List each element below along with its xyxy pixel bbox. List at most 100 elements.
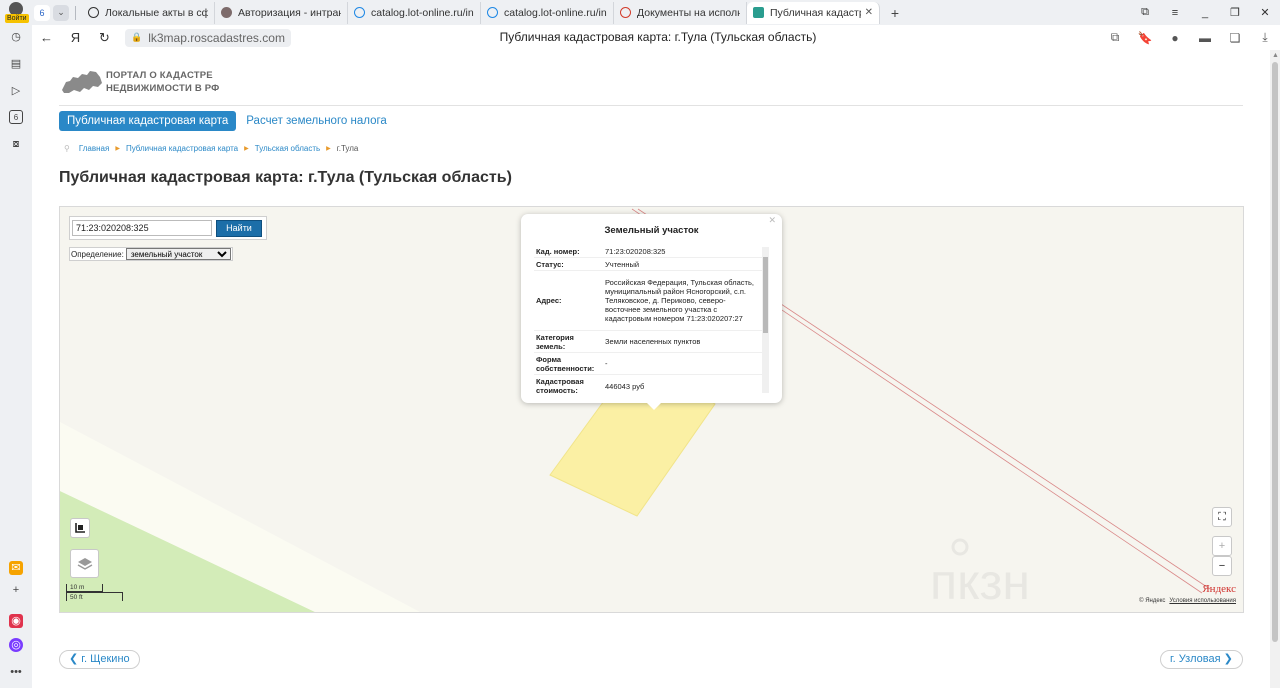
translate-icon[interactable]: ⧉ (1100, 30, 1130, 45)
chevron-right-icon: ❯ (1223, 653, 1233, 665)
fullscreen-icon[interactable]: ⛶ (1212, 507, 1232, 527)
messenger-icon[interactable]: ◉ (9, 614, 23, 628)
definition-select[interactable]: земельный участок (125, 248, 231, 260)
globe-icon (88, 7, 99, 18)
browser-tab[interactable]: Документы на исполнен (614, 1, 747, 24)
login-badge: Войти (5, 14, 29, 23)
bookmark-icon[interactable]: 🔖 (1130, 31, 1160, 45)
tab-title: Публичная кадастров (770, 6, 861, 19)
property-key: Форма собственности: (536, 354, 595, 373)
tab-count-badge[interactable]: 6 (34, 4, 50, 21)
notes-icon[interactable]: ▤ (9, 57, 23, 71)
profile-button[interactable]: Войти (0, 0, 32, 25)
reload-icon[interactable]: ↻ (90, 30, 119, 46)
browser-tab[interactable]: catalog.lot-online.ru/inde (348, 1, 481, 24)
prev-city-button[interactable]: ❮ г. Щекино (59, 650, 140, 669)
breadcrumb-link[interactable]: Главная (79, 144, 109, 153)
scroll-up-icon[interactable]: ▲ (1272, 52, 1279, 59)
browser-tab[interactable]: catalog.lot-online.ru/inde (481, 1, 614, 24)
chevron-down-icon[interactable]: ⌄ (53, 4, 69, 21)
map-watermark: пкзн (930, 554, 1030, 610)
screenshot-icon[interactable]: ⧇ (9, 137, 23, 151)
yandex-icon[interactable]: Я (61, 30, 90, 45)
cadastral-number-input[interactable] (72, 220, 212, 236)
terms-link[interactable]: Условия использования (1169, 598, 1236, 604)
chevron-left-icon: ❮ (69, 653, 79, 665)
minimize-icon[interactable]: _ (1190, 7, 1220, 19)
scale-imperial: 50 ft (66, 592, 123, 601)
close-window-icon[interactable]: ✕ (1250, 6, 1280, 19)
download-icon[interactable]: ⤓ (1250, 30, 1280, 45)
browser-tab-active[interactable]: Публичная кадастров ✕ (747, 1, 880, 24)
site-logo[interactable]: ПОРТАЛ О КАДАСТРЕ НЕДВИЖИМОСТИ В РФ (60, 68, 220, 96)
breadcrumb-link[interactable]: Тульская область (255, 144, 320, 153)
history-icon[interactable]: ◷ (9, 30, 23, 44)
yandex-logo[interactable]: Яндекс (1202, 583, 1236, 595)
restore-icon[interactable]: ❐ (1220, 6, 1250, 19)
url-field[interactable]: 🔒 lk3map.roscadastres.com (125, 28, 291, 47)
layers-icon[interactable] (70, 549, 99, 578)
address-bar: ← Я ↻ 🔒 lk3map.roscadastres.com Публична… (32, 25, 1280, 50)
calendar-icon[interactable]: 6 (9, 110, 23, 124)
breadcrumb-current: г.Тула (336, 144, 359, 153)
main-menu: Публичная кадастровая карта Расчет земел… (59, 111, 395, 131)
page-title-bar: Публичная кадастровая карта: г.Тула (Тул… (499, 30, 817, 44)
new-tab-button[interactable]: + (884, 5, 906, 21)
popup-title: Земельный участок (604, 225, 699, 236)
back-icon[interactable]: ← (32, 30, 61, 45)
cadastral-search-box: Найти (69, 216, 267, 240)
scale-metric: 10 m (66, 584, 103, 592)
lot-online-icon (487, 7, 498, 18)
mail-icon[interactable]: ✉ (9, 561, 23, 575)
reader-icon[interactable]: ▬ (1190, 31, 1220, 45)
ruler-icon[interactable] (70, 518, 90, 538)
property-key: Адрес: (536, 296, 562, 305)
menu-item-cadastral-map[interactable]: Публичная кадастровая карта (59, 111, 237, 131)
extension-icon[interactable]: ● (1160, 31, 1190, 45)
property-row: Форма собственности: - (534, 353, 768, 375)
breadcrumb-arrow-icon: ▶ (115, 146, 120, 152)
logo-text: ПОРТАЛ О КАДАСТРЕ НЕДВИЖИМОСТИ В РФ (106, 69, 220, 95)
breadcrumb: ⚲ Главная ▶ Публичная кадастровая карта … (64, 144, 358, 153)
property-row: Адрес: Российская Федерация, Тульская об… (534, 271, 768, 331)
alice-icon[interactable]: ◎ (9, 638, 23, 652)
video-icon[interactable]: ▷ (9, 84, 23, 98)
add-panel-icon[interactable]: + (9, 583, 23, 597)
property-key: Статус: (536, 259, 564, 269)
menu-icon[interactable]: ≡ (1160, 7, 1190, 19)
browser-sidebar: ◷ ▤ ▷ 6 ⧇ ✉ + ◉ ◎ ••• (0, 25, 32, 688)
zoom-in-button[interactable]: + (1212, 536, 1232, 556)
breadcrumb-arrow-icon: ▶ (326, 146, 331, 152)
menu-item-land-tax[interactable]: Расчет земельного налога (238, 111, 395, 131)
popup-scrollbar[interactable] (762, 247, 769, 393)
prev-city-label: г. Щекино (81, 653, 130, 665)
property-key: Категория земель: (536, 332, 574, 351)
close-icon[interactable]: ✕ (865, 7, 873, 18)
breadcrumb-link[interactable]: Публичная кадастровая карта (126, 144, 238, 153)
cadastre-icon (753, 7, 764, 18)
browser-tab[interactable]: Локальные акты в сфере (82, 1, 215, 24)
tab-title: Документы на исполнен (637, 6, 740, 19)
collections-icon[interactable]: ❏ (1220, 31, 1250, 45)
bookmarks-icon[interactable]: ⧉ (1130, 6, 1160, 19)
tab-title: Авторизация - интранет (238, 6, 341, 19)
page-scrollbar[interactable]: ▲ (1270, 50, 1280, 688)
zoom-out-button[interactable]: − (1212, 556, 1232, 576)
page-scrollbar-thumb[interactable] (1272, 62, 1278, 642)
popup-scrollbar-thumb[interactable] (763, 257, 768, 333)
property-row: Кадастровая стоимость: 446043 руб (534, 375, 768, 394)
next-city-button[interactable]: г. Узловая ❯ (1160, 650, 1243, 669)
browser-tab[interactable]: Авторизация - интранет (215, 1, 348, 24)
browser-tab-bar: Войти 6 ⌄ Локальные акты в сфере Авториз… (0, 0, 1280, 25)
window-controls: ⧉ ≡ _ ❐ ✕ (1130, 0, 1280, 25)
camera-icon (221, 7, 232, 18)
cadastral-map[interactable]: пкзн Найти Определение: земельный участо… (59, 206, 1244, 613)
more-icon[interactable]: ••• (9, 665, 23, 679)
url-text: lk3map.roscadastres.com (148, 30, 285, 45)
find-button[interactable]: Найти (216, 219, 262, 237)
property-value: Российская Федерация, Тульская область, … (605, 278, 754, 323)
tab-title: catalog.lot-online.ru/inde (504, 6, 607, 19)
property-value: - (605, 359, 608, 368)
logo-line: НЕДВИЖИМОСТИ В РФ (106, 83, 220, 94)
page-content: ПОРТАЛ О КАДАСТРЕ НЕДВИЖИМОСТИ В РФ Публ… (32, 50, 1270, 688)
